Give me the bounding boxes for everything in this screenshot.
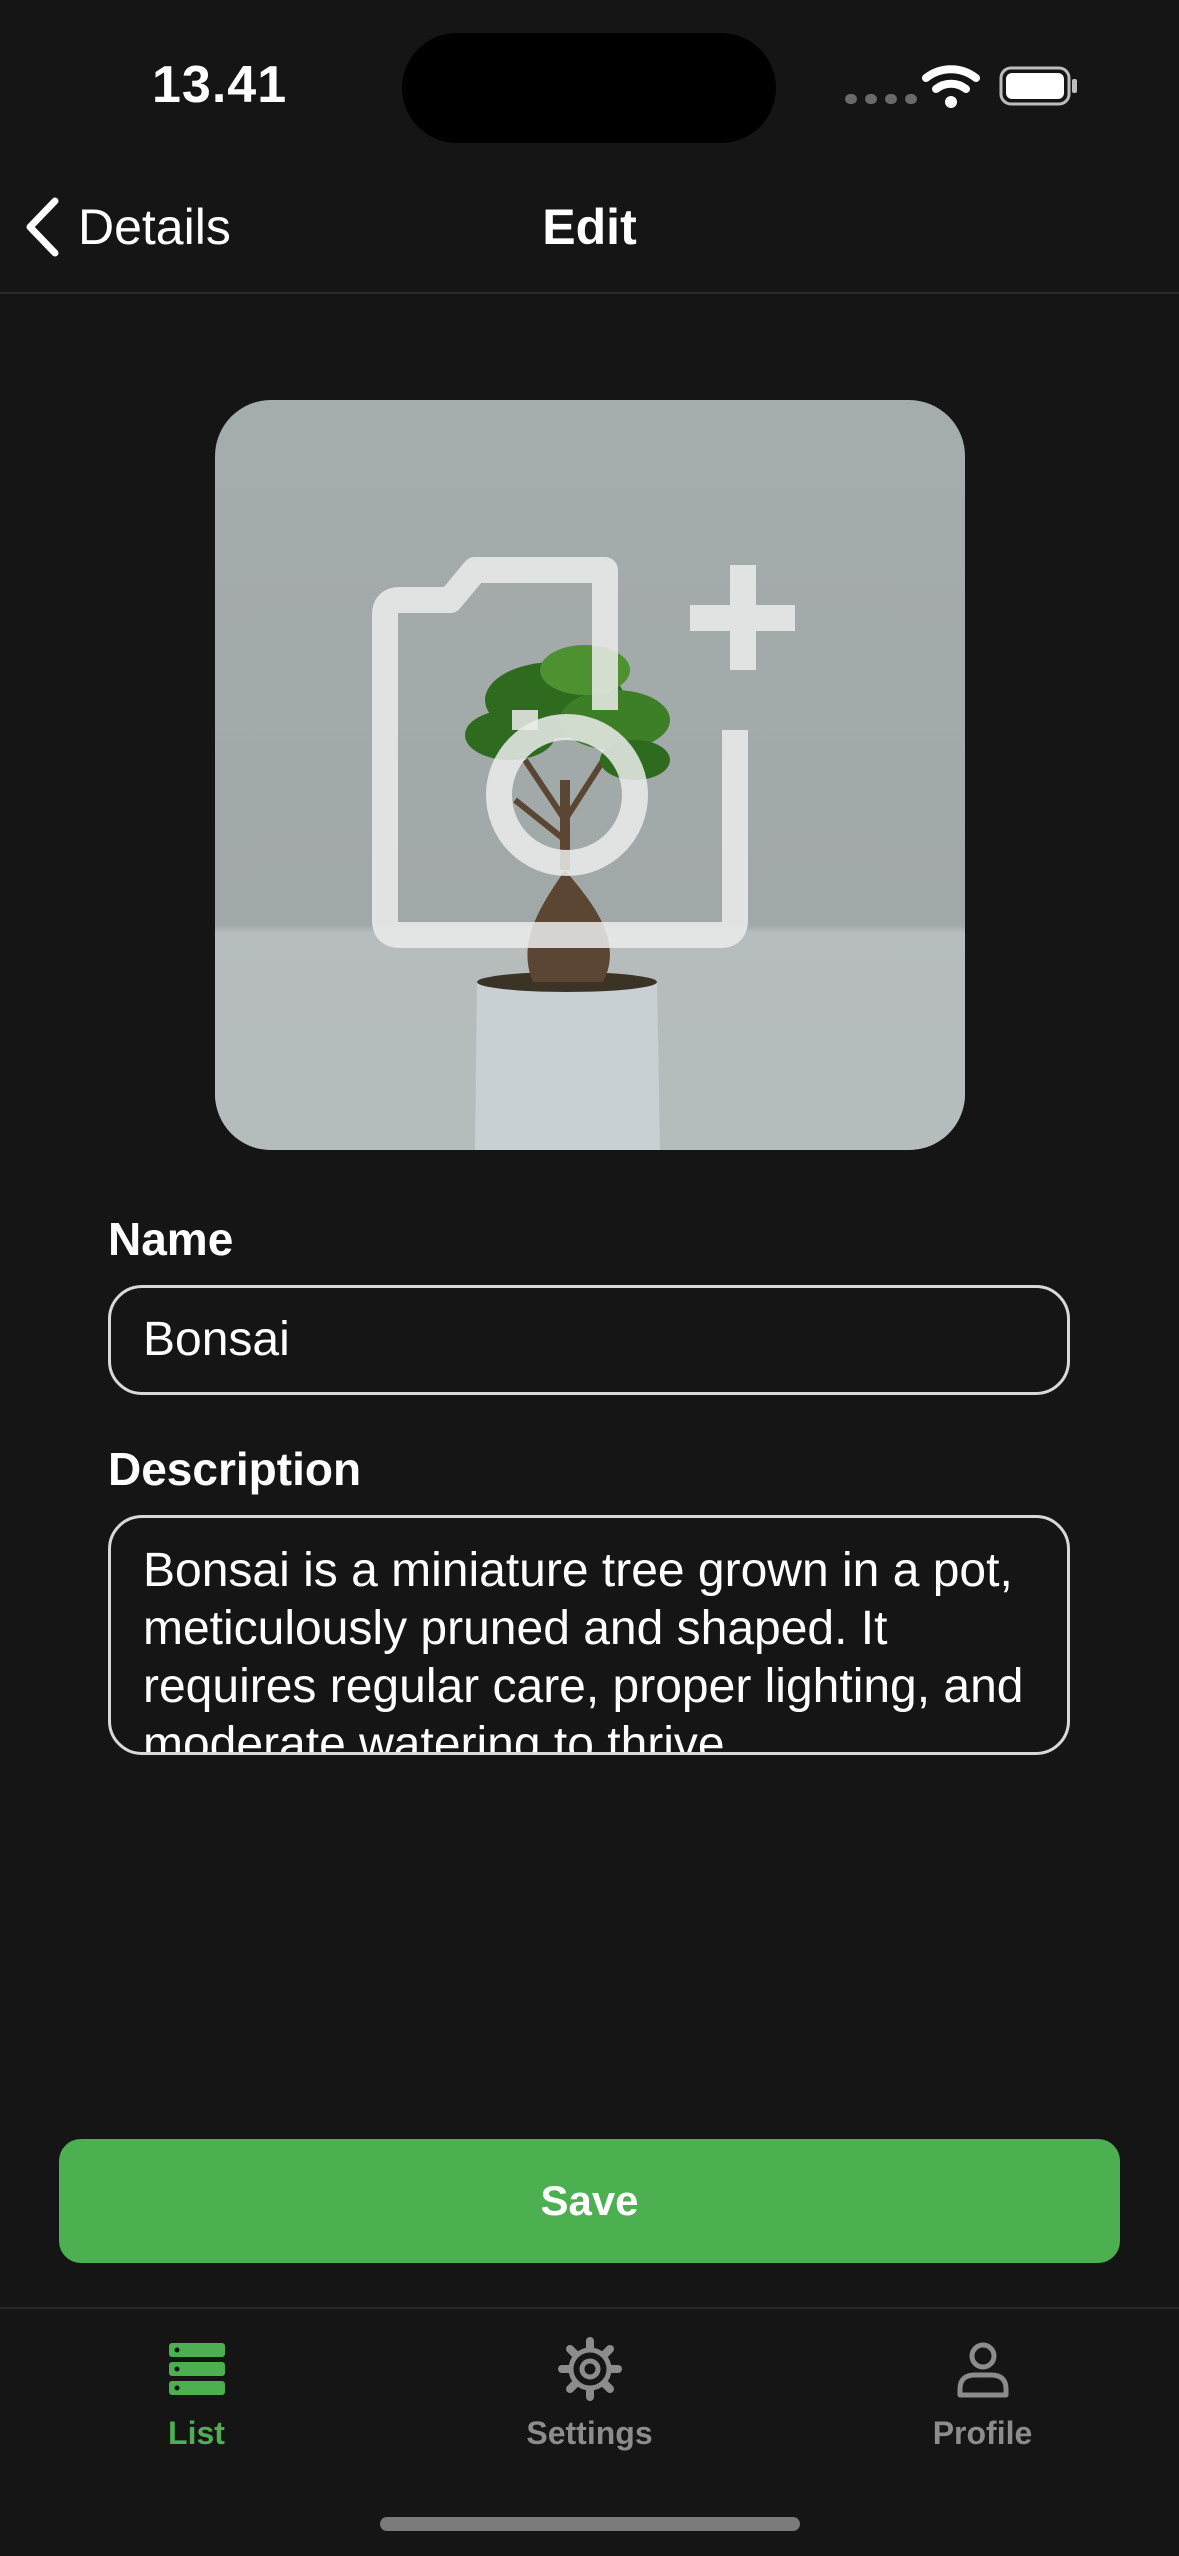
dynamic-island xyxy=(402,33,776,143)
tab-list-label: List xyxy=(168,2415,225,2451)
name-label: Name xyxy=(108,1213,234,1265)
tab-profile[interactable]: Profile xyxy=(786,2325,1179,2485)
tab-bar-divider xyxy=(0,2307,1179,2309)
list-icon xyxy=(168,2343,225,2395)
tab-profile-label: Profile xyxy=(932,2415,1033,2451)
name-input[interactable]: Bonsai xyxy=(108,1285,1070,1395)
gear-icon xyxy=(557,2337,622,2401)
status-time: 13.41 xyxy=(152,56,288,114)
plant-photo[interactable] xyxy=(215,400,965,1150)
page-title: Edit xyxy=(542,199,637,255)
description-textarea[interactable]: Bonsai is a miniature tree grown in a po… xyxy=(108,1515,1070,1755)
wifi-icon xyxy=(922,65,980,108)
tab-list[interactable]: List xyxy=(0,2325,393,2485)
person-icon xyxy=(957,2342,1008,2398)
home-indicator xyxy=(380,2517,800,2531)
add-photo-icon xyxy=(372,557,795,948)
battery-icon xyxy=(999,66,1077,106)
tab-settings-label: Settings xyxy=(526,2415,653,2451)
nav-divider xyxy=(0,292,1179,294)
tab-settings[interactable]: Settings xyxy=(393,2325,786,2485)
description-label: Description xyxy=(108,1443,362,1495)
signal-icon xyxy=(845,94,917,104)
save-button[interactable]: Save xyxy=(59,2139,1120,2263)
